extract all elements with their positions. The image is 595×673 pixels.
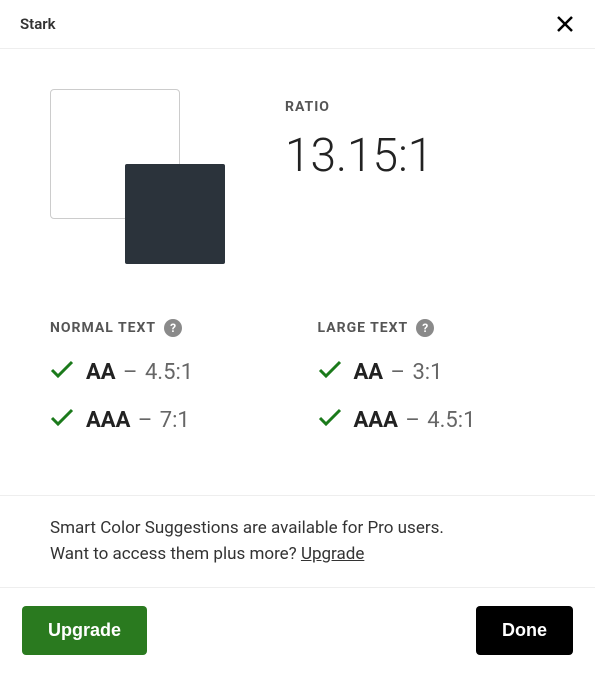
- header: Stark: [0, 0, 595, 49]
- promo-line2-prefix: Want to access them plus more?: [50, 544, 301, 564]
- level-label: AA: [354, 360, 384, 385]
- ratio-label: RATIO: [285, 99, 433, 115]
- normal-aaa-row: AAA – 7:1: [50, 407, 278, 433]
- ratio-value: 13.15:1: [285, 129, 433, 183]
- info-icon[interactable]: ?: [416, 319, 434, 337]
- app-title: Stark: [20, 15, 56, 33]
- done-button[interactable]: Done: [476, 606, 573, 655]
- upgrade-button[interactable]: Upgrade: [22, 606, 147, 655]
- footer: Upgrade Done: [0, 588, 595, 673]
- large-text-label: LARGE TEXT: [318, 320, 409, 336]
- promo-line1: Smart Color Suggestions are available fo…: [50, 518, 444, 538]
- color-swatches: [50, 89, 225, 264]
- normal-aa-row: AA – 4.5:1: [50, 359, 278, 385]
- foreground-swatch[interactable]: [125, 164, 225, 264]
- check-icon: [318, 359, 342, 385]
- upgrade-link[interactable]: Upgrade: [301, 544, 364, 564]
- info-icon[interactable]: ?: [164, 319, 182, 337]
- main-content: RATIO 13.15:1 NORMAL TEXT ? AA – 4.5:1: [0, 49, 595, 495]
- large-aa-row: AA – 3:1: [318, 359, 546, 385]
- threshold-value: 3:1: [412, 360, 442, 385]
- level-label: AAA: [354, 408, 398, 433]
- large-text-column: LARGE TEXT ? AA – 3:1 AAA: [318, 319, 546, 455]
- threshold-value: 4.5:1: [145, 360, 193, 385]
- normal-text-heading: NORMAL TEXT ?: [50, 319, 278, 337]
- close-button[interactable]: [555, 14, 575, 34]
- threshold-value: 7:1: [160, 408, 190, 433]
- normal-text-column: NORMAL TEXT ? AA – 4.5:1 AAA: [50, 319, 278, 455]
- check-icon: [50, 359, 74, 385]
- checks-row: NORMAL TEXT ? AA – 4.5:1 AAA: [50, 319, 545, 455]
- promo-banner: Smart Color Suggestions are available fo…: [0, 495, 595, 588]
- large-text-heading: LARGE TEXT ?: [318, 319, 546, 337]
- close-icon: [556, 15, 574, 33]
- check-icon: [318, 407, 342, 433]
- ratio-block: RATIO 13.15:1: [285, 89, 433, 183]
- ratio-row: RATIO 13.15:1: [50, 89, 545, 264]
- check-icon: [50, 407, 74, 433]
- level-label: AA: [86, 360, 116, 385]
- large-aaa-row: AAA – 4.5:1: [318, 407, 546, 433]
- normal-text-label: NORMAL TEXT: [50, 320, 156, 336]
- threshold-value: 4.5:1: [427, 408, 475, 433]
- level-label: AAA: [86, 408, 130, 433]
